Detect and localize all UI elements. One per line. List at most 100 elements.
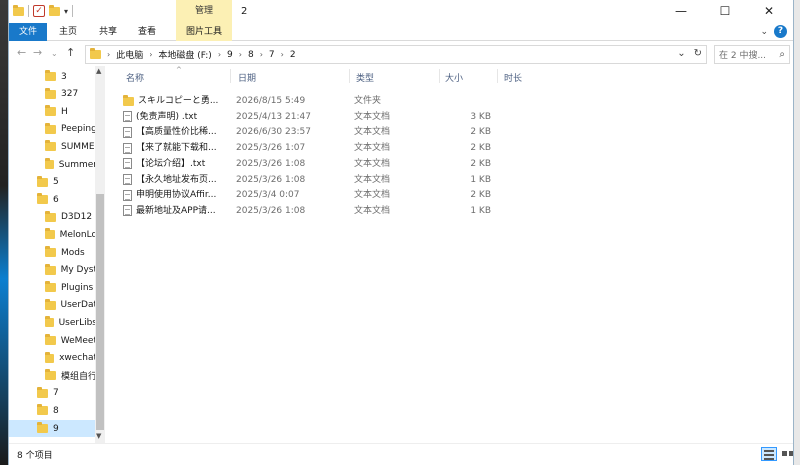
sidebar-item[interactable]: 9 [9,420,97,437]
breadcrumb-separator-icon[interactable]: › [149,50,152,59]
scroll-up-arrow-icon[interactable]: ▲ [96,67,101,75]
sidebar-item[interactable]: UserDat [9,297,97,314]
up-arrow-icon[interactable]: ↑ [66,46,75,59]
sidebar-item-label: 6 [53,194,59,205]
scroll-down-arrow-icon[interactable]: ▼ [96,432,101,440]
refresh-icon[interactable]: ↻ [694,48,702,59]
table-row[interactable]: 【永久地址发布页... 2025/3/26 1:08 文本文档 1 KB [123,172,503,188]
sidebar-item[interactable]: My Dyst [9,262,97,279]
table-row[interactable]: 【论坛介绍】.txt 2025/3/26 1:08 文本文档 2 KB [123,156,503,172]
sidebar-item[interactable]: 3 [9,68,97,85]
maximize-button[interactable]: ☐ [703,0,747,23]
column-divider[interactable] [439,69,440,83]
file-name-cell: 【论坛介绍】.txt [123,156,227,172]
sidebar-item-label: 3 [61,71,67,82]
column-header-duration[interactable]: 时长 [504,71,522,84]
table-row[interactable]: 【来了就能下载和... 2025/3/26 1:07 文本文档 2 KB [123,140,503,156]
breadcrumb-separator-icon[interactable]: › [239,50,242,59]
breadcrumb-separator-icon[interactable]: › [107,50,110,59]
sidebar-item[interactable]: MelonLo [9,226,97,243]
file-date: 2025/3/26 1:08 [236,205,306,216]
file-name-cell: 【永久地址发布页... [123,172,227,188]
sidebar-item[interactable]: Peeping [9,121,97,138]
new-folder-icon[interactable] [49,4,60,16]
sidebar-item[interactable]: 模组自行 [9,367,97,384]
sidebar-item[interactable]: 5 [9,174,97,191]
file-name: 【论坛介绍】.txt [136,158,206,169]
folder-icon [45,334,56,345]
sidebar-item[interactable]: 8 [9,402,97,419]
column-header-name[interactable]: 名称 [126,71,144,84]
sidebar-item[interactable]: WeMeet [9,332,97,349]
sidebar-item-label: 5 [53,177,59,188]
tab-share[interactable]: 共享 [95,23,121,41]
close-button[interactable]: ✕ [747,0,791,23]
breadcrumb-7[interactable]: 7 [269,50,275,60]
column-divider[interactable] [497,69,498,83]
breadcrumb-this-pc[interactable]: 此电脑 [116,48,143,61]
scrollbar-thumb[interactable] [96,194,104,430]
breadcrumb-separator-icon[interactable]: › [260,50,263,59]
sidebar-item-label: D3D12 [61,212,93,223]
search-input[interactable]: 在 2 中搜... [719,48,766,61]
address-row: ← → ⌄ ↑ › 此电脑 › 本地磁盘 (F:) › 9 › 8 › 7 › … [9,42,793,66]
large-icons-view-button[interactable] [779,447,793,461]
navigation-pane: 3 327 H Peeping SUMME Summer 5 6 D3D12 MelonLo Mod… [9,66,105,443]
expand-ribbon-chevron-icon[interactable]: ⌄ [760,27,768,37]
sidebar-item[interactable]: H [9,103,97,120]
sidebar-item[interactable]: xwechat [9,350,97,367]
breadcrumb-drive-f[interactable]: 本地磁盘 (F:) [158,48,211,61]
back-arrow-icon[interactable]: ← [17,46,26,59]
file-name: (免责声明) .txt [136,111,198,122]
breadcrumb-9[interactable]: 9 [227,50,233,60]
details-view-button[interactable] [761,447,777,461]
column-divider[interactable] [230,69,231,83]
table-row[interactable]: (免责声明) .txt 2025/4/13 21:47 文本文档 3 KB [123,109,503,125]
sidebar-item[interactable]: SUMME [9,138,97,155]
context-tab-manage[interactable]: 管理 [176,0,232,23]
file-name-cell: 最新地址及APP请... [123,203,227,219]
address-bar[interactable]: › 此电脑 › 本地磁盘 (F:) › 9 › 8 › 7 › 2 ⌄ ↻ [85,45,707,64]
tab-view[interactable]: 查看 [134,23,160,41]
tab-home[interactable]: 主页 [55,23,81,41]
breadcrumb-separator-icon[interactable]: › [218,50,221,59]
search-box[interactable]: 在 2 中搜... ⌕ [714,45,790,64]
sidebar-item[interactable]: 6 [9,191,97,208]
column-header-size[interactable]: 大小 [445,71,463,84]
sidebar-item[interactable]: Summer [9,156,97,173]
recent-locations-chevron-icon[interactable]: ⌄ [51,49,58,58]
sidebar-item[interactable]: Mods [9,244,97,261]
breadcrumb-8[interactable]: 8 [248,50,254,60]
sidebar-item[interactable]: 7 [9,385,97,402]
sidebar-item-label: 9 [53,423,59,434]
table-row[interactable]: 【高质量性价比稀... 2026/6/30 23:57 文本文档 2 KB [123,124,503,140]
tab-picture-tools[interactable]: 图片工具 [176,23,232,41]
address-dropdown-chevron-icon[interactable]: ⌄ [677,48,685,59]
properties-check-icon[interactable]: ✓ [33,5,45,17]
file-name-cell: 申明使用协议Affir... [123,187,227,203]
breadcrumb-2[interactable]: 2 [290,50,296,60]
column-header-date[interactable]: 日期 [238,71,256,84]
sidebar-item-label: MelonLo [59,229,97,240]
folder-icon [45,246,56,257]
breadcrumb-separator-icon[interactable]: › [281,50,284,59]
table-row[interactable]: 申明使用协议Affir... 2025/3/4 0:07 文本文档 2 KB [123,187,503,203]
sort-ascending-icon: ^ [176,66,182,74]
navigation-pane-scrollbar[interactable]: ▲ ▼ [95,66,105,443]
customize-toolbar-dropdown-icon[interactable]: ▾ [64,7,68,16]
minimize-button[interactable]: — [659,0,703,23]
sidebar-item[interactable]: 327 [9,86,97,103]
table-row[interactable]: スキルコピーと勇... 2026/8/15 5:49 文件夹 [123,93,503,109]
tab-file[interactable]: 文件 [9,23,47,41]
search-icon[interactable]: ⌕ [779,49,785,60]
column-header-type[interactable]: 类型 [356,71,374,84]
sidebar-item[interactable]: UserLibs [9,314,97,331]
sidebar-item[interactable]: Plugins [9,279,97,296]
file-name-cell: (免责声明) .txt [123,109,227,125]
address-bar-controls: ⌄ ↻ [677,48,702,59]
column-divider[interactable] [349,69,350,83]
help-icon[interactable]: ? [774,25,787,38]
table-row[interactable]: 最新地址及APP请... 2025/3/26 1:08 文本文档 1 KB [123,203,503,219]
sidebar-item[interactable]: D3D12 [9,209,97,226]
forward-arrow-icon[interactable]: → [33,46,42,59]
